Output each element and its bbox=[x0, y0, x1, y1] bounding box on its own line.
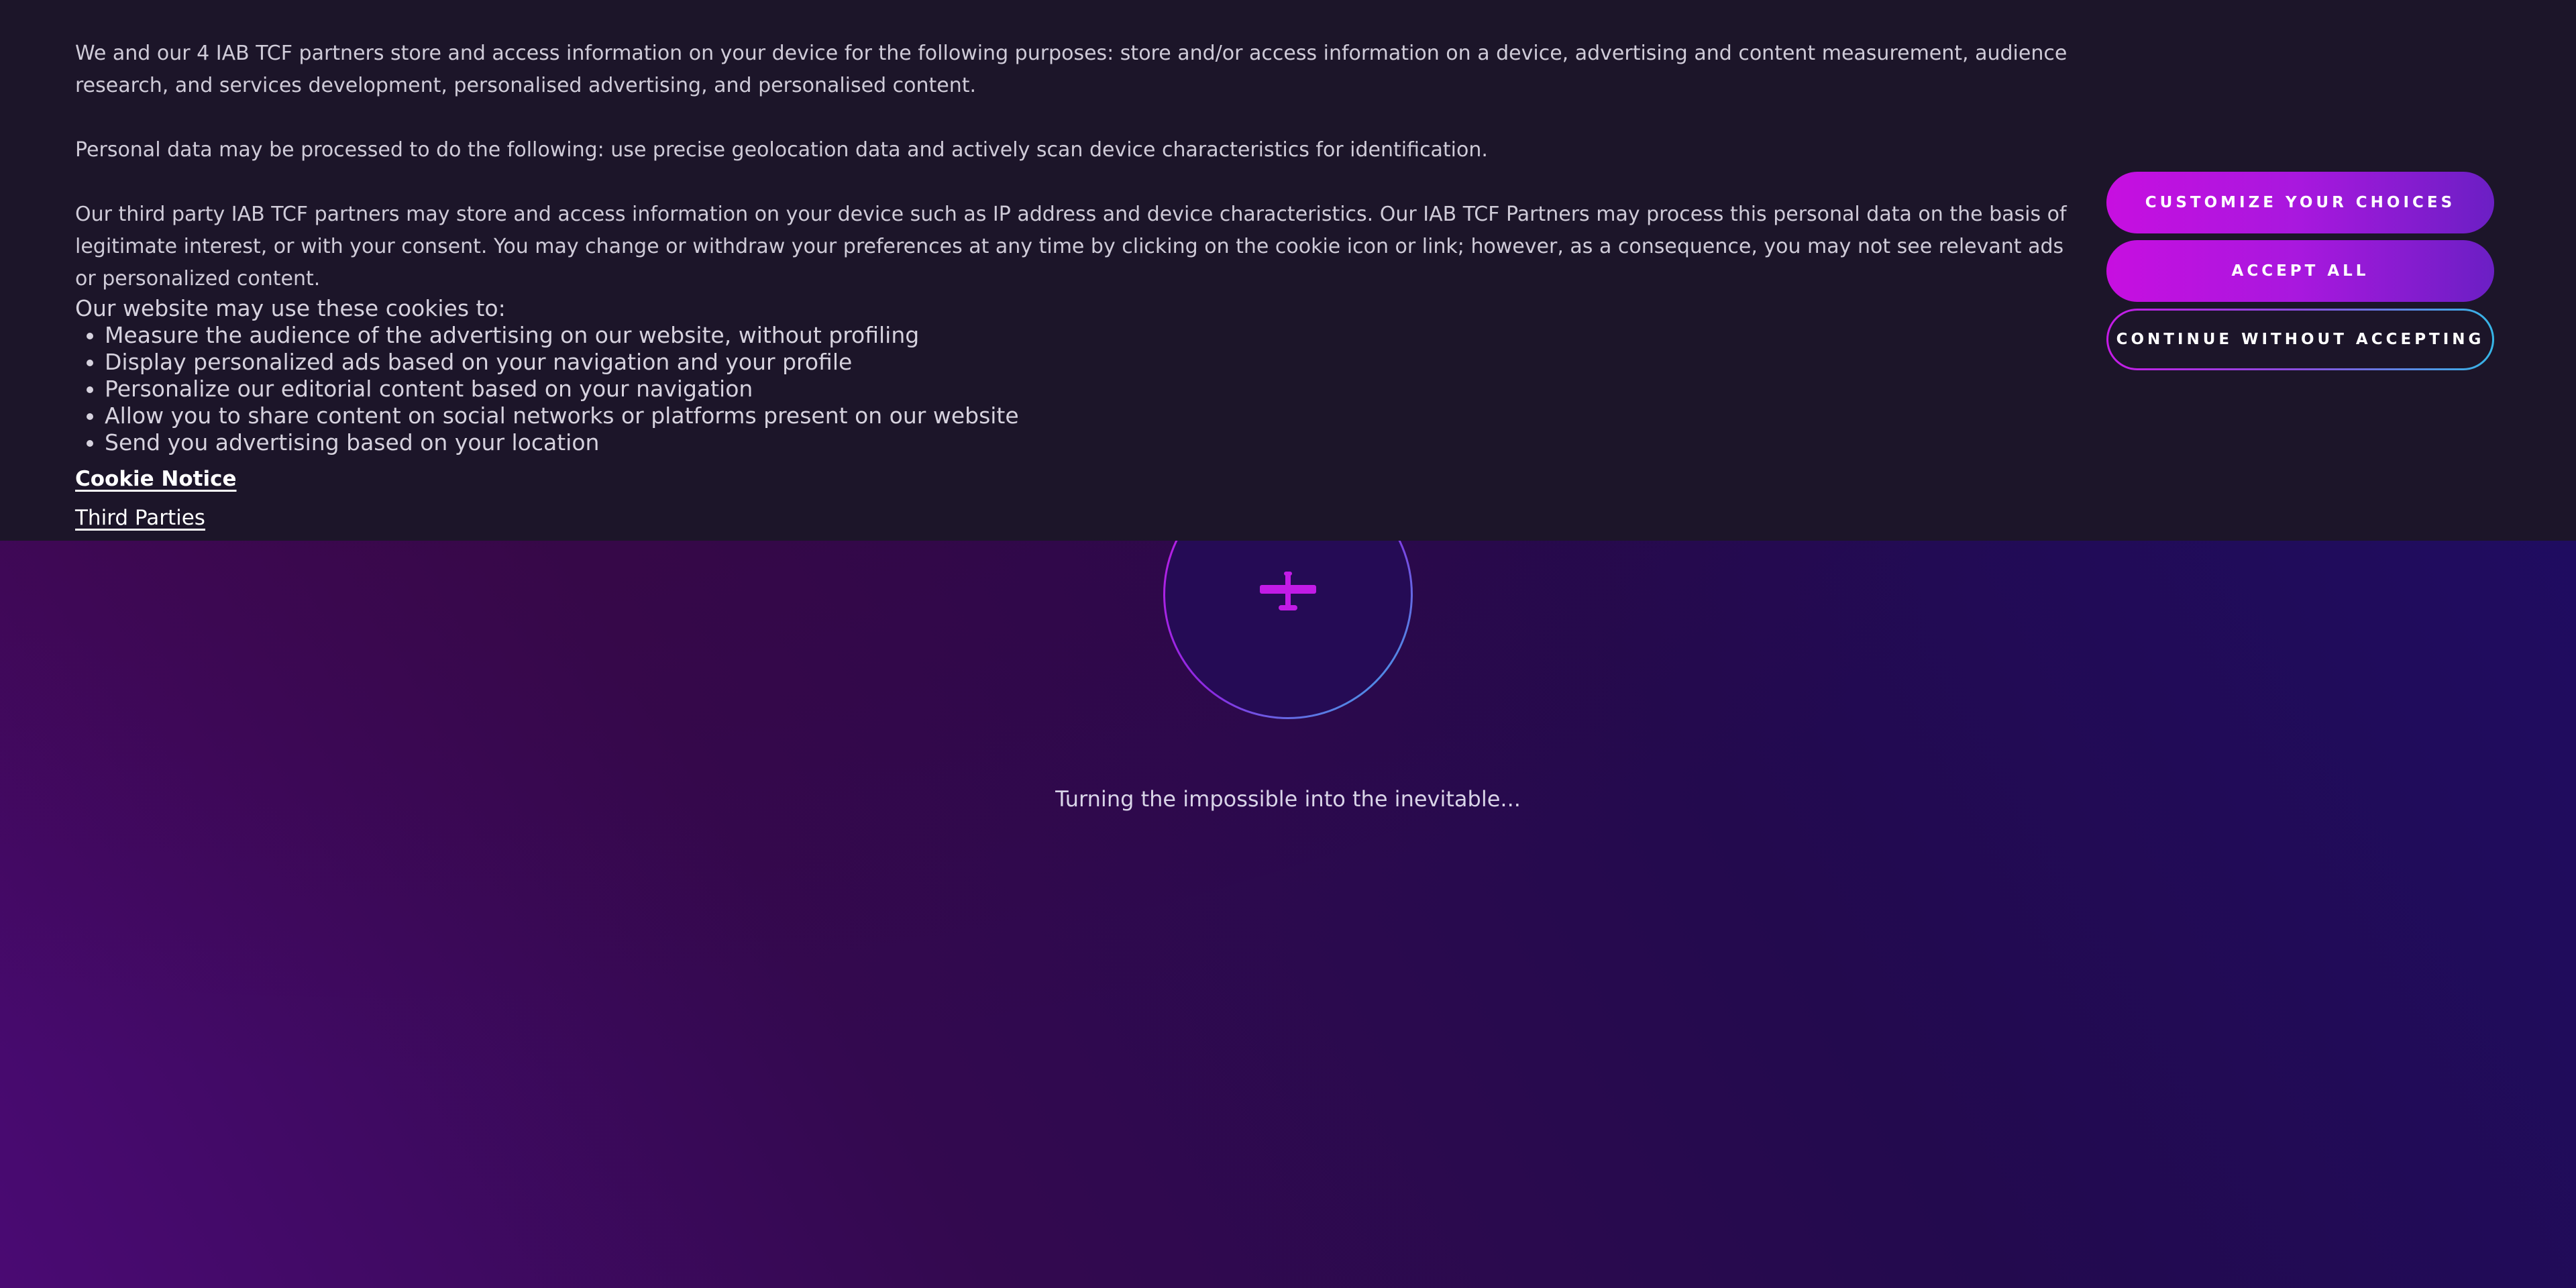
accept-all-button[interactable]: ACCEPT ALL bbox=[2106, 240, 2494, 302]
list-item: Allow you to share content on social net… bbox=[105, 402, 2088, 429]
consent-partners-paragraph: Our third party IAB TCF partners may sto… bbox=[75, 203, 2067, 290]
consent-personal-data-paragraph: Personal data may be processed to do the… bbox=[75, 138, 1488, 162]
cookie-consent-banner: We and our 4 IAB TCF partners store and … bbox=[0, 0, 2576, 541]
cookie-banner-text: We and our 4 IAB TCF partners store and … bbox=[75, 38, 2088, 530]
list-item: Measure the audience of the advertising … bbox=[105, 322, 2088, 349]
continue-without-accepting-button[interactable]: CONTINUE WITHOUT ACCEPTING bbox=[2106, 309, 2494, 370]
loading-tagline: Turning the impossible into the inevitab… bbox=[1055, 786, 1521, 812]
customize-choices-button[interactable]: CUSTOMIZE YOUR CHOICES bbox=[2106, 172, 2494, 233]
consent-purposes-paragraph: We and our 4 IAB TCF partners store and … bbox=[75, 42, 2068, 97]
cookie-uses-list: Measure the audience of the advertising … bbox=[75, 322, 2088, 456]
third-parties-link[interactable]: Third Parties bbox=[75, 506, 2088, 530]
list-item: Send you advertising based on your locat… bbox=[105, 429, 2088, 456]
cookie-uses-intro: Our website may use these cookies to: bbox=[75, 295, 506, 321]
list-item: Personalize our editorial content based … bbox=[105, 376, 2088, 402]
cookie-notice-link[interactable]: Cookie Notice bbox=[75, 467, 2088, 491]
plane-icon bbox=[1260, 572, 1316, 610]
list-item: Display personalized ads based on your n… bbox=[105, 349, 2088, 376]
